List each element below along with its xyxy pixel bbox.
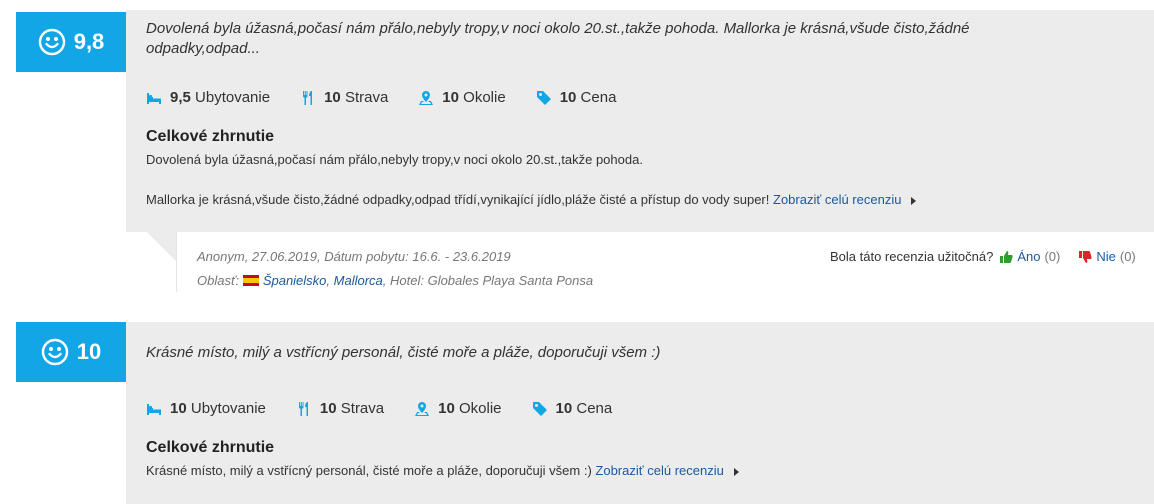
fork-knife-icon (298, 401, 308, 416)
quote-line: Dovolená byla úžasná,počasí nám přálo,ne… (146, 20, 970, 37)
review-author-date: Anonym, 27.06.2019, Dátum pobytu: 16.6. … (197, 249, 511, 264)
summary-text: Dovolená byla úžasná,počasí nám přálo,ne… (146, 151, 917, 209)
show-full-review-link[interactable]: Zobraziť celú recenziu (773, 192, 901, 207)
score-value: 10 (76, 339, 102, 364)
arrow-right-icon (733, 467, 739, 476)
smiley-icon (38, 28, 65, 56)
summary-title: Celkové zhrnutie (146, 439, 275, 456)
useful-question: Bola táto recenzia užitočná? (830, 249, 994, 264)
summary-paragraph: Dovolená byla úžasná,počasí nám přálo,ne… (146, 152, 643, 167)
thumbs-down-icon (1079, 250, 1093, 263)
price-tag-icon (532, 401, 547, 416)
rating-price: 10 Cena (536, 89, 616, 106)
bed-icon (147, 403, 161, 415)
thumbs-up-icon (1000, 250, 1013, 263)
quote-line: Krásné místo, milý a vstřícný personál, … (146, 344, 661, 361)
rating-price: 10 Cena (532, 400, 612, 417)
ratings-row: 10 Ubytovanie 10 Strava 10 Okolie 10 Cen… (146, 400, 642, 417)
country-link[interactable]: Španielsko (263, 273, 327, 288)
ratings-row: 9,5 Ubytovanie 10 Strava 10 Okolie 10 Ce… (146, 89, 646, 106)
score-badge: 10 (16, 322, 126, 382)
fork-knife-icon (303, 90, 313, 105)
vote-no-button[interactable]: Nie (0) (1078, 249, 1136, 264)
review-quote: Dovolená byla úžasná,počasí nám přálo,ne… (146, 19, 970, 59)
arrow-right-icon (911, 196, 917, 205)
summary-paragraph: Mallorka je krásná,všude čisto,žádné odp… (146, 191, 917, 209)
region-link[interactable]: Mallorca (334, 273, 383, 288)
rating-surroundings: 10 Okolie (414, 400, 502, 417)
rating-accommodation: 10 Ubytovanie (146, 400, 266, 417)
rating-accommodation: 9,5 Ubytovanie (146, 89, 270, 106)
bed-icon (147, 92, 161, 104)
score-value: 9,8 (73, 29, 105, 54)
summary-text: Krásné místo, milý a vstřícný personál, … (146, 462, 739, 480)
show-full-review-link[interactable]: Zobraziť celú recenziu (595, 463, 723, 478)
rating-food: 10 Strava (300, 89, 388, 106)
review-location: Oblasť: Španielsko, Mallorca, Hotel: Glo… (197, 273, 594, 288)
map-pin-icon (415, 401, 430, 416)
price-tag-icon (536, 90, 551, 105)
review-quote: Krásné místo, milý a vstřícný personál, … (146, 343, 660, 363)
summary-title: Celkové zhrnutie (146, 128, 275, 145)
smiley-icon (41, 338, 68, 366)
score-badge: 9,8 (16, 12, 126, 72)
vote-yes-button[interactable]: Áno (0) (999, 249, 1060, 264)
map-pin-icon (419, 90, 434, 105)
spain-flag-icon (242, 275, 259, 286)
rating-food: 10 Strava (296, 400, 384, 417)
quote-line: odpadky,odpad... (146, 40, 260, 57)
review-meta: Anonym, 27.06.2019, Dátum pobytu: 16.6. … (176, 232, 1154, 292)
rating-surroundings: 10 Okolie (418, 89, 506, 106)
summary-paragraph: Krásné místo, milý a vstřícný personál, … (146, 462, 739, 480)
useful-poll: Bola táto recenzia užitočná? Áno (0) Nie… (830, 249, 1136, 264)
card-pointer (147, 232, 177, 262)
